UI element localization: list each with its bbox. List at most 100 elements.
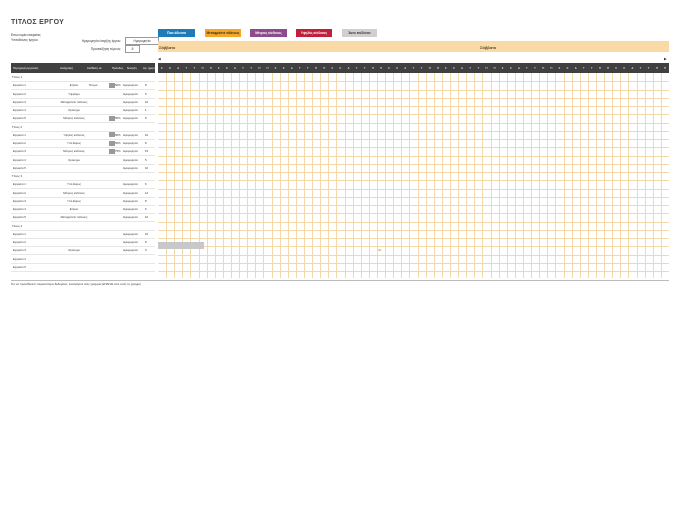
task-name: Εργασία 2 bbox=[13, 240, 26, 244]
footer-divider bbox=[11, 280, 669, 281]
task-name: Εργασία 3 bbox=[13, 99, 26, 104]
task-name: Εργασία 1 bbox=[13, 132, 26, 137]
task-days: 10 bbox=[145, 132, 149, 137]
task-start: Ημερομηνία bbox=[123, 108, 138, 112]
milestone-marker: 30 bbox=[378, 248, 382, 253]
task-start: Ημερομηνία bbox=[123, 99, 138, 104]
task-days: 8 bbox=[145, 83, 147, 88]
task-category: Υπό Εύρος bbox=[66, 141, 82, 145]
gantt-grid: 30 bbox=[158, 51, 669, 280]
task-name: Εργασία 4 bbox=[13, 157, 26, 162]
legend-item: Υψηλός κίνδυνος bbox=[296, 29, 332, 37]
grid-row bbox=[158, 263, 669, 272]
group-title: Τίτλος 1 bbox=[12, 75, 23, 79]
task-start: Ημερομηνία bbox=[123, 240, 138, 244]
task-name: Εργασία 4 bbox=[13, 207, 26, 211]
task-start: Ημερομηνία bbox=[123, 83, 138, 88]
task-category: Ορόσημο bbox=[68, 248, 80, 253]
task-start: Ημερομηνία bbox=[123, 132, 138, 137]
task-name: Εργασία 3 bbox=[13, 248, 26, 253]
task-name: Εργασία 1 bbox=[13, 83, 26, 88]
task-name: Εργασία 5 bbox=[13, 215, 26, 220]
task-start: Ημερομηνία bbox=[123, 141, 138, 145]
task-category: Μέτριος κίνδυνος bbox=[63, 116, 85, 121]
month-label-1: Σάββατο bbox=[159, 45, 176, 50]
task-days: 6 bbox=[145, 207, 147, 211]
task-days: 8 bbox=[145, 240, 147, 244]
task-name: Εργασία 2 bbox=[13, 141, 26, 145]
col-task: Περιγραφή εργασίας bbox=[13, 66, 39, 70]
legend-item: Άνευ κινδύνου bbox=[342, 29, 377, 37]
task-name: Εργασία 5 bbox=[13, 165, 26, 170]
page-title: ΤΙΤΛΟΣ ΕΡΓΟΥ bbox=[11, 19, 65, 26]
col-days: Αρ. ημερών bbox=[143, 66, 158, 70]
month-label-2: Σάββατο bbox=[480, 45, 497, 50]
legend-item: Μέτριος κίνδυνος bbox=[250, 29, 287, 37]
col-owner: Ανάθεση σε bbox=[87, 66, 102, 70]
legend-item: Μεταφράστε πλάνους bbox=[205, 29, 241, 37]
footer-note: Για να προσθέσετε περισσότερα δεδομένα, … bbox=[11, 282, 141, 286]
task-category: Μέτριος κίνδυνος bbox=[63, 149, 85, 154]
task-progress: 50% bbox=[115, 116, 121, 121]
task-days: 6 bbox=[145, 182, 147, 187]
task-category: Υψηλόμο bbox=[68, 91, 80, 96]
group-title: Τίτλος 3 bbox=[12, 174, 23, 178]
task-days: 1 bbox=[145, 108, 147, 112]
task-progress: 50% bbox=[115, 132, 121, 137]
legend-item: Ποσ.όδευσα bbox=[158, 29, 195, 37]
task-name: Εργασία 5 bbox=[13, 264, 26, 269]
task-name: Εργασία 2 bbox=[13, 91, 26, 96]
task-start: Ημερομηνία bbox=[123, 91, 138, 96]
task-days: 5 bbox=[145, 157, 147, 162]
project-manager: Υπεύθυνος έργου bbox=[11, 38, 38, 42]
task-start: Ημερομηνία bbox=[123, 157, 138, 162]
task-days: 8 bbox=[145, 116, 147, 121]
task-category: Ετήσιο bbox=[69, 83, 79, 88]
task-days: 10 bbox=[145, 99, 149, 104]
task-name: Εργασία 5 bbox=[13, 116, 26, 121]
task-category: Μεταφράστε πλάνους bbox=[60, 99, 88, 104]
task-start: Ημερομηνία bbox=[123, 207, 138, 211]
task-start: Ημερομηνία bbox=[123, 182, 138, 187]
col-start: Έναρξη bbox=[127, 66, 137, 70]
start-date-input[interactable]: Ημερομηνία bbox=[125, 37, 159, 45]
task-days: 10 bbox=[145, 231, 149, 236]
task-start: Ημερομηνία bbox=[123, 215, 138, 220]
table-header: Περιγραφή εργασίας Ανάγραφή Ανάθεση σε Π… bbox=[11, 63, 158, 73]
period-input[interactable]: 6 bbox=[125, 45, 140, 53]
task-category: Υψηλός κίνδυνος bbox=[63, 132, 85, 137]
task-category: Υπό Εύρος bbox=[66, 198, 82, 203]
task-days: 14 bbox=[145, 190, 149, 195]
task-progress: 50% bbox=[115, 83, 121, 88]
task-category: Υπό Εύρος bbox=[66, 182, 82, 187]
task-days: 8 bbox=[145, 141, 147, 145]
company-name: Επωνυμία εταιρείας bbox=[11, 33, 41, 37]
task-days: 15 bbox=[145, 149, 149, 154]
task-owner: Όνομα bbox=[89, 83, 98, 88]
task-category: Ορόσημο bbox=[68, 157, 80, 162]
task-days: 10 bbox=[145, 165, 149, 170]
task-start: Ημερομηνία bbox=[123, 231, 138, 236]
task-name: Εργασία 1 bbox=[13, 231, 26, 236]
task-days: 5 bbox=[145, 91, 147, 96]
task-category: Μεταφράστε πλάνους bbox=[60, 215, 88, 220]
task-name: Εργασία 3 bbox=[13, 198, 26, 203]
task-progress: 50% bbox=[115, 141, 121, 145]
period-label: Προσαύξηση εύρους: bbox=[90, 47, 121, 51]
task-name: Εργασία 3 bbox=[13, 149, 26, 154]
col-progress: Πρόοδος bbox=[112, 66, 124, 70]
task-progress: 75% bbox=[115, 149, 121, 154]
task-days: 8 bbox=[145, 198, 147, 203]
task-row[interactable]: Εργασία 5 bbox=[11, 263, 155, 272]
task-start: Ημερομηνία bbox=[123, 248, 138, 253]
task-start: Ημερομηνία bbox=[123, 149, 138, 154]
task-name: Εργασία 1 bbox=[13, 182, 26, 187]
task-category: Μέτριος κίνδυνος bbox=[63, 190, 85, 195]
task-name: Εργασία 2 bbox=[13, 190, 26, 195]
task-category: Ορόσημο bbox=[68, 108, 80, 112]
task-start: Ημερομηνία bbox=[123, 165, 138, 170]
gantt-bar[interactable] bbox=[158, 242, 204, 250]
task-name: Εργασία 4 bbox=[13, 108, 26, 112]
task-start: Ημερομηνία bbox=[123, 190, 138, 195]
task-days: 10 bbox=[145, 215, 149, 220]
